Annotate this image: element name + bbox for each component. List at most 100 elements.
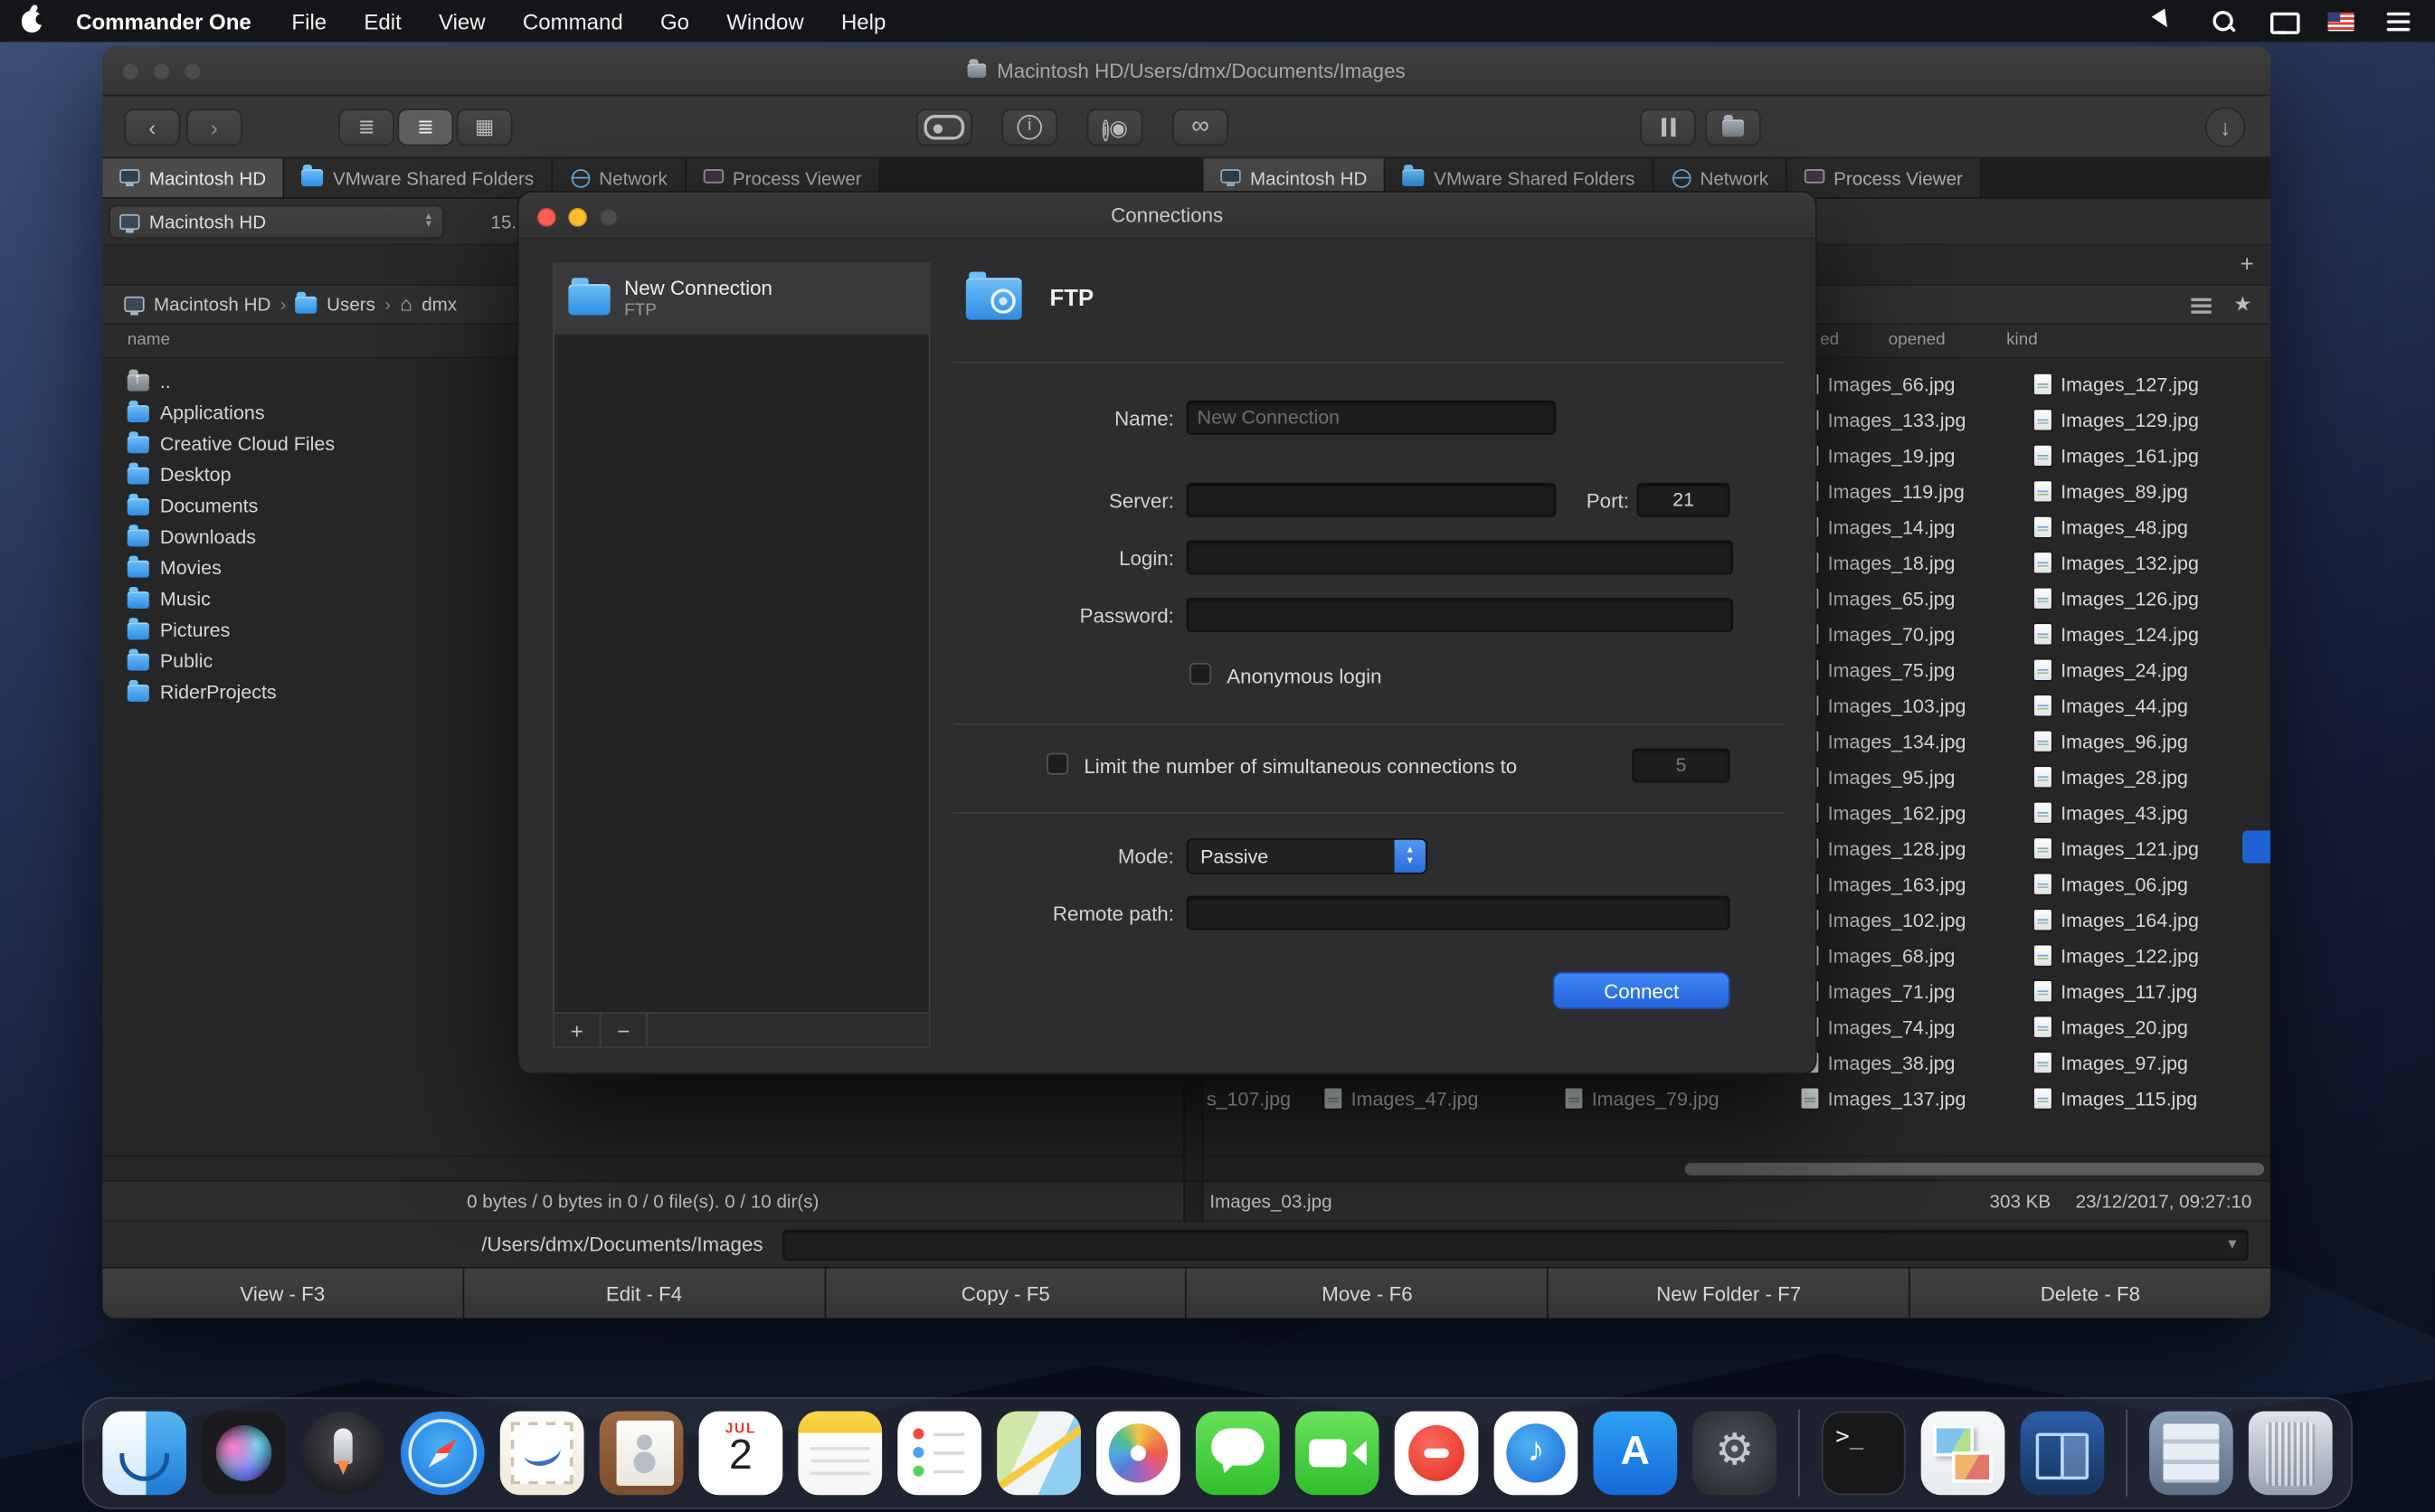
calendar-dock-icon[interactable]: JUL2 [699, 1412, 783, 1496]
thumbs-view-button[interactable] [457, 109, 513, 146]
facetime-dock-icon[interactable] [1295, 1412, 1379, 1496]
connect-button[interactable]: Connect [1553, 972, 1730, 1009]
file-row[interactable]: Images_103.jpg [1801, 688, 2031, 723]
tab-process-viewer[interactable]: Process Viewer [1787, 158, 1982, 197]
itunes-dock-icon[interactable] [1494, 1412, 1578, 1496]
view-options-icon[interactable] [2191, 298, 2211, 301]
finder-dock-icon[interactable] [102, 1412, 186, 1496]
file-row[interactable]: Images_71.jpg [1801, 973, 2031, 1008]
breadcrumb-item[interactable]: dmx [422, 293, 457, 315]
menu-item-help[interactable]: Help [841, 8, 886, 33]
file-row[interactable]: Images_164.jpg [2034, 902, 2264, 937]
mail-dock-icon[interactable] [500, 1412, 584, 1496]
file-row[interactable]: Images_38.jpg [1801, 1044, 2031, 1080]
search-icon[interactable] [2210, 8, 2238, 33]
file-row[interactable]: Images_119.jpg [1801, 474, 2031, 509]
us-flag-icon[interactable] [2327, 12, 2354, 31]
menu-item-command[interactable]: Command [523, 8, 623, 33]
menu-item-view[interactable]: View [439, 8, 486, 33]
dialog-minimize-button[interactable] [568, 208, 587, 227]
scrollbar-thumb[interactable] [1685, 1163, 2264, 1176]
limit-connections-checkbox[interactable] [1047, 753, 1068, 775]
apple-menu-icon[interactable] [22, 10, 42, 32]
fkey-new-folder-f7[interactable]: New Folder - F7 [1549, 1269, 1909, 1318]
preview-button[interactable]: ◉ [1087, 109, 1143, 146]
contacts-dock-icon[interactable] [600, 1412, 684, 1496]
command-line-combo[interactable] [783, 1229, 2249, 1260]
file-row[interactable]: Images_20.jpg [2034, 1009, 2264, 1044]
add-tab-button[interactable]: + [2233, 251, 2261, 279]
app-menu-title[interactable]: Commander One [76, 8, 251, 33]
launchpad-dock-icon[interactable] [301, 1412, 385, 1496]
tab-vmware-shared-folders[interactable]: VMware Shared Folders [285, 158, 553, 197]
reminders-dock-icon[interactable] [897, 1412, 981, 1496]
file-row[interactable]: Images_127.jpg [2034, 366, 2264, 402]
remote-path-input[interactable] [1187, 896, 1730, 931]
dialog-titlebar[interactable]: Connections [518, 193, 1815, 240]
file-row-partial[interactable]: Images_79.jpg [1566, 1081, 1720, 1116]
system-preferences-dock-icon[interactable] [1692, 1412, 1777, 1496]
remove-connection-button[interactable]: − [601, 1014, 648, 1046]
file-row[interactable]: Images_132.jpg [2034, 545, 2264, 581]
full-view-button[interactable] [398, 109, 454, 146]
forward-button[interactable] [186, 109, 242, 146]
file-row[interactable]: Images_115.jpg [2034, 1081, 2264, 1116]
red-circle-app-dock-icon[interactable] [1395, 1412, 1479, 1496]
file-row[interactable]: Images_48.jpg [2034, 509, 2264, 544]
messages-dock-icon[interactable] [1196, 1412, 1280, 1496]
breadcrumb-item[interactable]: Users [327, 293, 375, 315]
mode-dropdown[interactable]: Passive [1187, 838, 1427, 874]
menu-item-file[interactable]: File [291, 8, 327, 33]
port-input[interactable] [1637, 483, 1730, 517]
window-titlebar[interactable]: Macintosh HD/Users/dmx/Documents/Images [102, 47, 2270, 97]
tab-macintosh-hd[interactable]: Macintosh HD [102, 158, 284, 197]
file-row[interactable]: Images_161.jpg [2034, 438, 2264, 473]
new-folder-button[interactable] [1705, 109, 1761, 146]
display-icon[interactable] [2269, 8, 2297, 33]
password-input[interactable] [1187, 598, 1733, 632]
breadcrumb-item[interactable]: Macintosh HD [154, 293, 270, 315]
name-input[interactable] [1187, 401, 1557, 435]
fkey-delete-f8[interactable]: Delete - F8 [1910, 1269, 2270, 1318]
drive-selector[interactable]: Macintosh HD ▲▼ [109, 205, 444, 240]
photos-dock-icon[interactable] [1096, 1412, 1180, 1496]
file-row[interactable]: Images_128.jpg [1801, 830, 2031, 865]
chevron-down-icon[interactable] [2225, 1235, 2239, 1251]
column-header-kind[interactable]: kind [2006, 331, 2038, 350]
commander-one-dock-icon[interactable] [2021, 1412, 2105, 1496]
file-row[interactable]: Images_74.jpg [1801, 1009, 2031, 1044]
file-row[interactable]: Images_134.jpg [1801, 723, 2031, 759]
pointer-icon[interactable] [2151, 8, 2179, 33]
minimize-button[interactable] [152, 62, 171, 81]
file-row[interactable]: Images_24.jpg [2034, 652, 2264, 687]
file-row[interactable]: Images_124.jpg [2034, 617, 2264, 652]
connection-list-item[interactable]: New Connection FTP [554, 264, 929, 335]
fkey-move-f6[interactable]: Move - F6 [1187, 1269, 1547, 1318]
file-row[interactable]: Images_122.jpg [2034, 938, 2264, 973]
app-store-dock-icon[interactable] [1593, 1412, 1677, 1496]
menu-item-window[interactable]: Window [726, 8, 803, 33]
search-button[interactable] [1172, 109, 1228, 146]
file-row[interactable]: Images_126.jpg [2034, 581, 2264, 616]
file-row[interactable]: Images_19.jpg [1801, 438, 2031, 473]
dialog-close-button[interactable] [537, 208, 556, 227]
file-row[interactable]: Images_06.jpg [2034, 866, 2264, 902]
file-row[interactable]: Images_43.jpg [2034, 795, 2264, 830]
fkey-view-f3[interactable]: View - F3 [102, 1269, 462, 1318]
file-row[interactable]: Images_95.jpg [1801, 760, 2031, 795]
back-button[interactable] [124, 109, 180, 146]
dialog-zoom-button[interactable] [600, 208, 619, 227]
anonymous-login-checkbox[interactable] [1189, 663, 1211, 685]
queue-button[interactable] [1640, 109, 1696, 146]
file-row[interactable]: Images_75.jpg [1801, 652, 2031, 687]
file-row[interactable]: Images_133.jpg [1801, 402, 2031, 438]
preview-dock-icon[interactable] [1921, 1412, 2005, 1496]
file-row[interactable]: Images_70.jpg [1801, 617, 2031, 652]
file-row[interactable]: Images_162.jpg [1801, 795, 2031, 830]
login-input[interactable] [1187, 540, 1733, 574]
file-row[interactable]: Images_89.jpg [2034, 474, 2264, 509]
notes-dock-icon[interactable] [798, 1412, 882, 1496]
file-row[interactable]: Images_14.jpg [1801, 509, 2031, 544]
file-row[interactable]: Images_96.jpg [2034, 723, 2264, 759]
siri-dock-icon[interactable] [202, 1412, 286, 1496]
